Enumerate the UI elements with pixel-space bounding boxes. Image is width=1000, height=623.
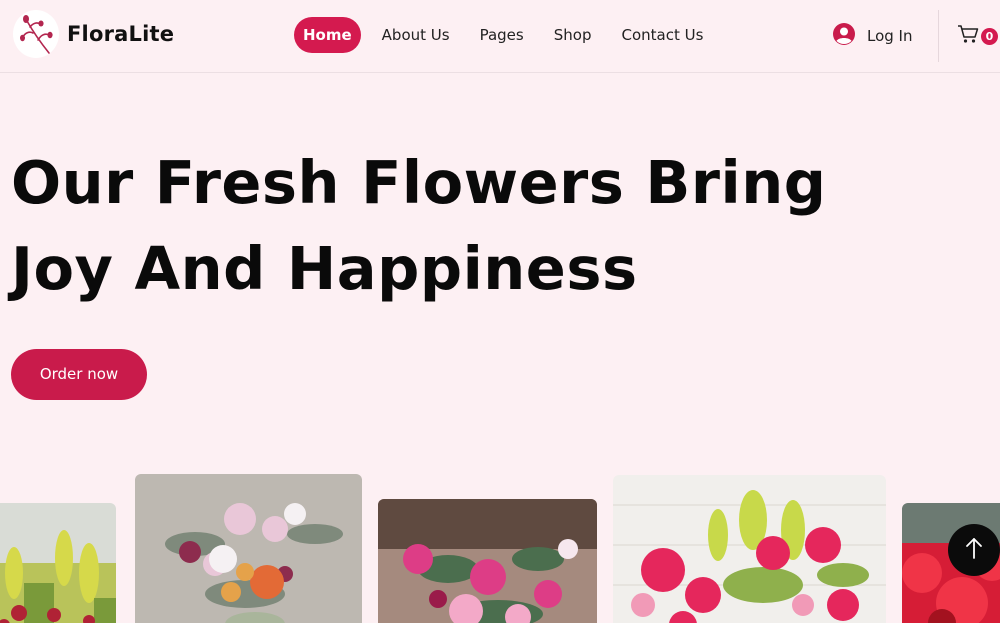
order-now-button[interactable]: Order now bbox=[11, 349, 147, 400]
hero-title: Our Fresh Flowers Bring Joy And Happines… bbox=[11, 140, 911, 312]
nav-item-pages[interactable]: Pages bbox=[471, 17, 533, 53]
hero-title-line-2: Joy And Happiness bbox=[11, 234, 638, 303]
gallery-image-1 bbox=[0, 503, 116, 623]
nav-item-shop[interactable]: Shop bbox=[545, 17, 601, 53]
site-header: FloraLite Home About Us Pages Shop Conta… bbox=[0, 0, 1000, 73]
header-divider bbox=[938, 10, 939, 62]
gallery-image-2 bbox=[135, 474, 362, 623]
gallery-image-3 bbox=[378, 499, 597, 623]
arrow-up-icon bbox=[964, 536, 984, 564]
hero-title-line-1: Our Fresh Flowers Bring bbox=[11, 148, 827, 217]
cart-button[interactable]: 0 bbox=[957, 24, 998, 48]
brand-name: FloraLite bbox=[67, 22, 175, 46]
nav-item-about-us[interactable]: About Us bbox=[373, 17, 459, 53]
brand-logo[interactable]: FloraLite bbox=[13, 10, 174, 58]
nav-item-contact-us[interactable]: Contact Us bbox=[612, 17, 712, 53]
main-nav: Home About Us Pages Shop Contact Us bbox=[294, 17, 724, 53]
shopping-cart-icon bbox=[957, 24, 979, 48]
flower-branch-icon bbox=[13, 10, 59, 58]
page: FloraLite Home About Us Pages Shop Conta… bbox=[0, 0, 1000, 623]
login-button[interactable]: Log In bbox=[832, 22, 913, 50]
nav-item-home[interactable]: Home bbox=[294, 17, 361, 53]
scroll-to-top-button[interactable] bbox=[948, 524, 1000, 576]
login-label: Log In bbox=[867, 27, 913, 45]
user-avatar-icon bbox=[832, 22, 856, 50]
gallery-image-4 bbox=[613, 475, 886, 623]
cart-count-badge: 0 bbox=[981, 27, 998, 45]
